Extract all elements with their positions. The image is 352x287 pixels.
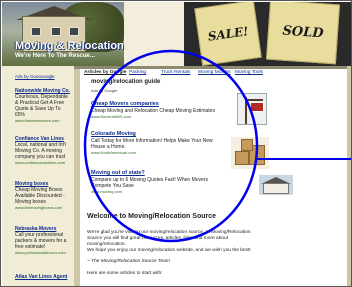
house-thumbnail-image — [259, 175, 293, 195]
ad-result: Colorado Moving Call Today for More Info… — [91, 131, 221, 155]
ad-result-url[interactable]: www.moving.com — [91, 189, 221, 194]
sold-note: SOLD — [265, 2, 341, 65]
sidebar-ad-url[interactable]: www.professionalmover.com — [15, 250, 71, 255]
window-icon — [69, 27, 79, 36]
ad-result-desc: Call Today for More Information! Helps M… — [91, 138, 213, 150]
sidebar-ad: Nebraska Movers Call your professional p… — [15, 226, 71, 255]
nav-moving-movers[interactable]: Moving Movers — [198, 70, 231, 75]
site-title[interactable]: Moving & Relocation — [15, 40, 124, 52]
top-nav: Articles by Google Packing Truck Rentals… — [81, 70, 347, 79]
top-divider — [74, 66, 347, 69]
ad-result-desc: Compare up to 6 Moving Quotes Fast! When… — [91, 177, 208, 189]
sidebar-ad-body: Call your professional packers & movers … — [15, 232, 67, 250]
box-icon — [241, 139, 253, 151]
welcome-heading: Welcome to Moving/Relocation Source — [87, 213, 217, 220]
ads-by-google-link[interactable]: Ads by Goooooogle — [15, 74, 55, 79]
ad-result: Moving out of state? Compare up to 6 Mov… — [91, 170, 221, 194]
sign-bar — [245, 99, 263, 101]
moving-boxes-image — [231, 137, 269, 169]
ads-by-google-label[interactable]: Ads by Google — [91, 88, 117, 93]
sidebar-ad-url[interactable]: www.thebestmovers.com — [15, 118, 71, 123]
nav-truck-rentals[interactable]: Truck Rentals — [161, 70, 190, 75]
nav-articles[interactable]: Articles by Google — [84, 70, 126, 75]
header-middle-panel — [124, 2, 184, 66]
sidebar-ad-body: Courteous, Dependable & Practical Get A … — [15, 94, 68, 118]
ad-result-url[interactable]: www.NorthAmerican.com — [91, 150, 221, 155]
for-sale-sign-image — [237, 93, 267, 125]
right-border-strip — [347, 66, 351, 286]
sidebar-ad-title[interactable]: Atlas Van Lines Agent — [15, 274, 71, 280]
nav-packing[interactable]: Packing — [129, 70, 146, 75]
header-notes-panel: SALE! SOLD — [184, 2, 351, 66]
sidebar-ad-url[interactable]: www.confiancevanlines.com — [15, 160, 71, 165]
left-ad-sidebar: Ads by Goooooogle Nationwide Moving Co. … — [2, 66, 74, 286]
sidebar-ad: Moving boxes Cheap Moving Boxes Availabl… — [15, 181, 71, 210]
welcome-paragraph: We're glad you're visiting our moving/re… — [87, 230, 251, 247]
sidebar-ad-body: Cheap Moving Boxes Available Discounted … — [15, 187, 65, 205]
site-tagline: We're Here To The Rescue... — [15, 53, 95, 59]
sidebar-ad: Nationwide Moving Co. Courteous, Dependa… — [15, 88, 71, 123]
sign-post — [245, 97, 247, 124]
main-content: moving/relocation guide Ads by Google Ch… — [81, 79, 347, 286]
window-icon — [51, 27, 61, 36]
welcome-paragraph: We hope you enjoy our moving/relocation … — [87, 248, 251, 253]
welcome-signature: ~ The Moving/Relocation Source Team — [87, 259, 170, 264]
browser-frame: SALE! SOLD Moving & Relocation We're Her… — [0, 0, 352, 287]
sidebar-ad: Atlas Van Lines Agent — [15, 274, 71, 280]
site-header: SALE! SOLD Moving & Relocation We're Her… — [2, 2, 351, 66]
sign-board — [250, 102, 264, 112]
sidebar-ad-body: Local, national and Int'l Moving Co. A m… — [15, 142, 66, 160]
nav-moving-tools[interactable]: Moving Tools — [235, 70, 263, 75]
column-divider — [74, 66, 80, 286]
box-icon — [235, 151, 249, 165]
sidebar-ad-url[interactable]: www.themovingboxes.com — [15, 205, 71, 210]
sidebar-ad: Confiance Van Lines Local, national and … — [15, 136, 71, 165]
ad-result-title[interactable]: Colorado Moving — [91, 131, 221, 138]
house-body — [263, 183, 289, 194]
ad-result-title[interactable]: Cheap Movers companies — [91, 101, 221, 108]
ad-result-title[interactable]: Moving out of state? — [91, 170, 221, 177]
ad-result-url[interactable]: www.MoversNMS.com — [91, 114, 221, 119]
sale-note: SALE! — [194, 2, 262, 66]
guide-heading: moving/relocation guide — [91, 79, 161, 85]
ad-result: Cheap Movers companies Cheap Moving and … — [91, 101, 221, 119]
window-icon — [31, 27, 41, 36]
welcome-paragraph: Here are some articles to start with: — [87, 271, 163, 276]
